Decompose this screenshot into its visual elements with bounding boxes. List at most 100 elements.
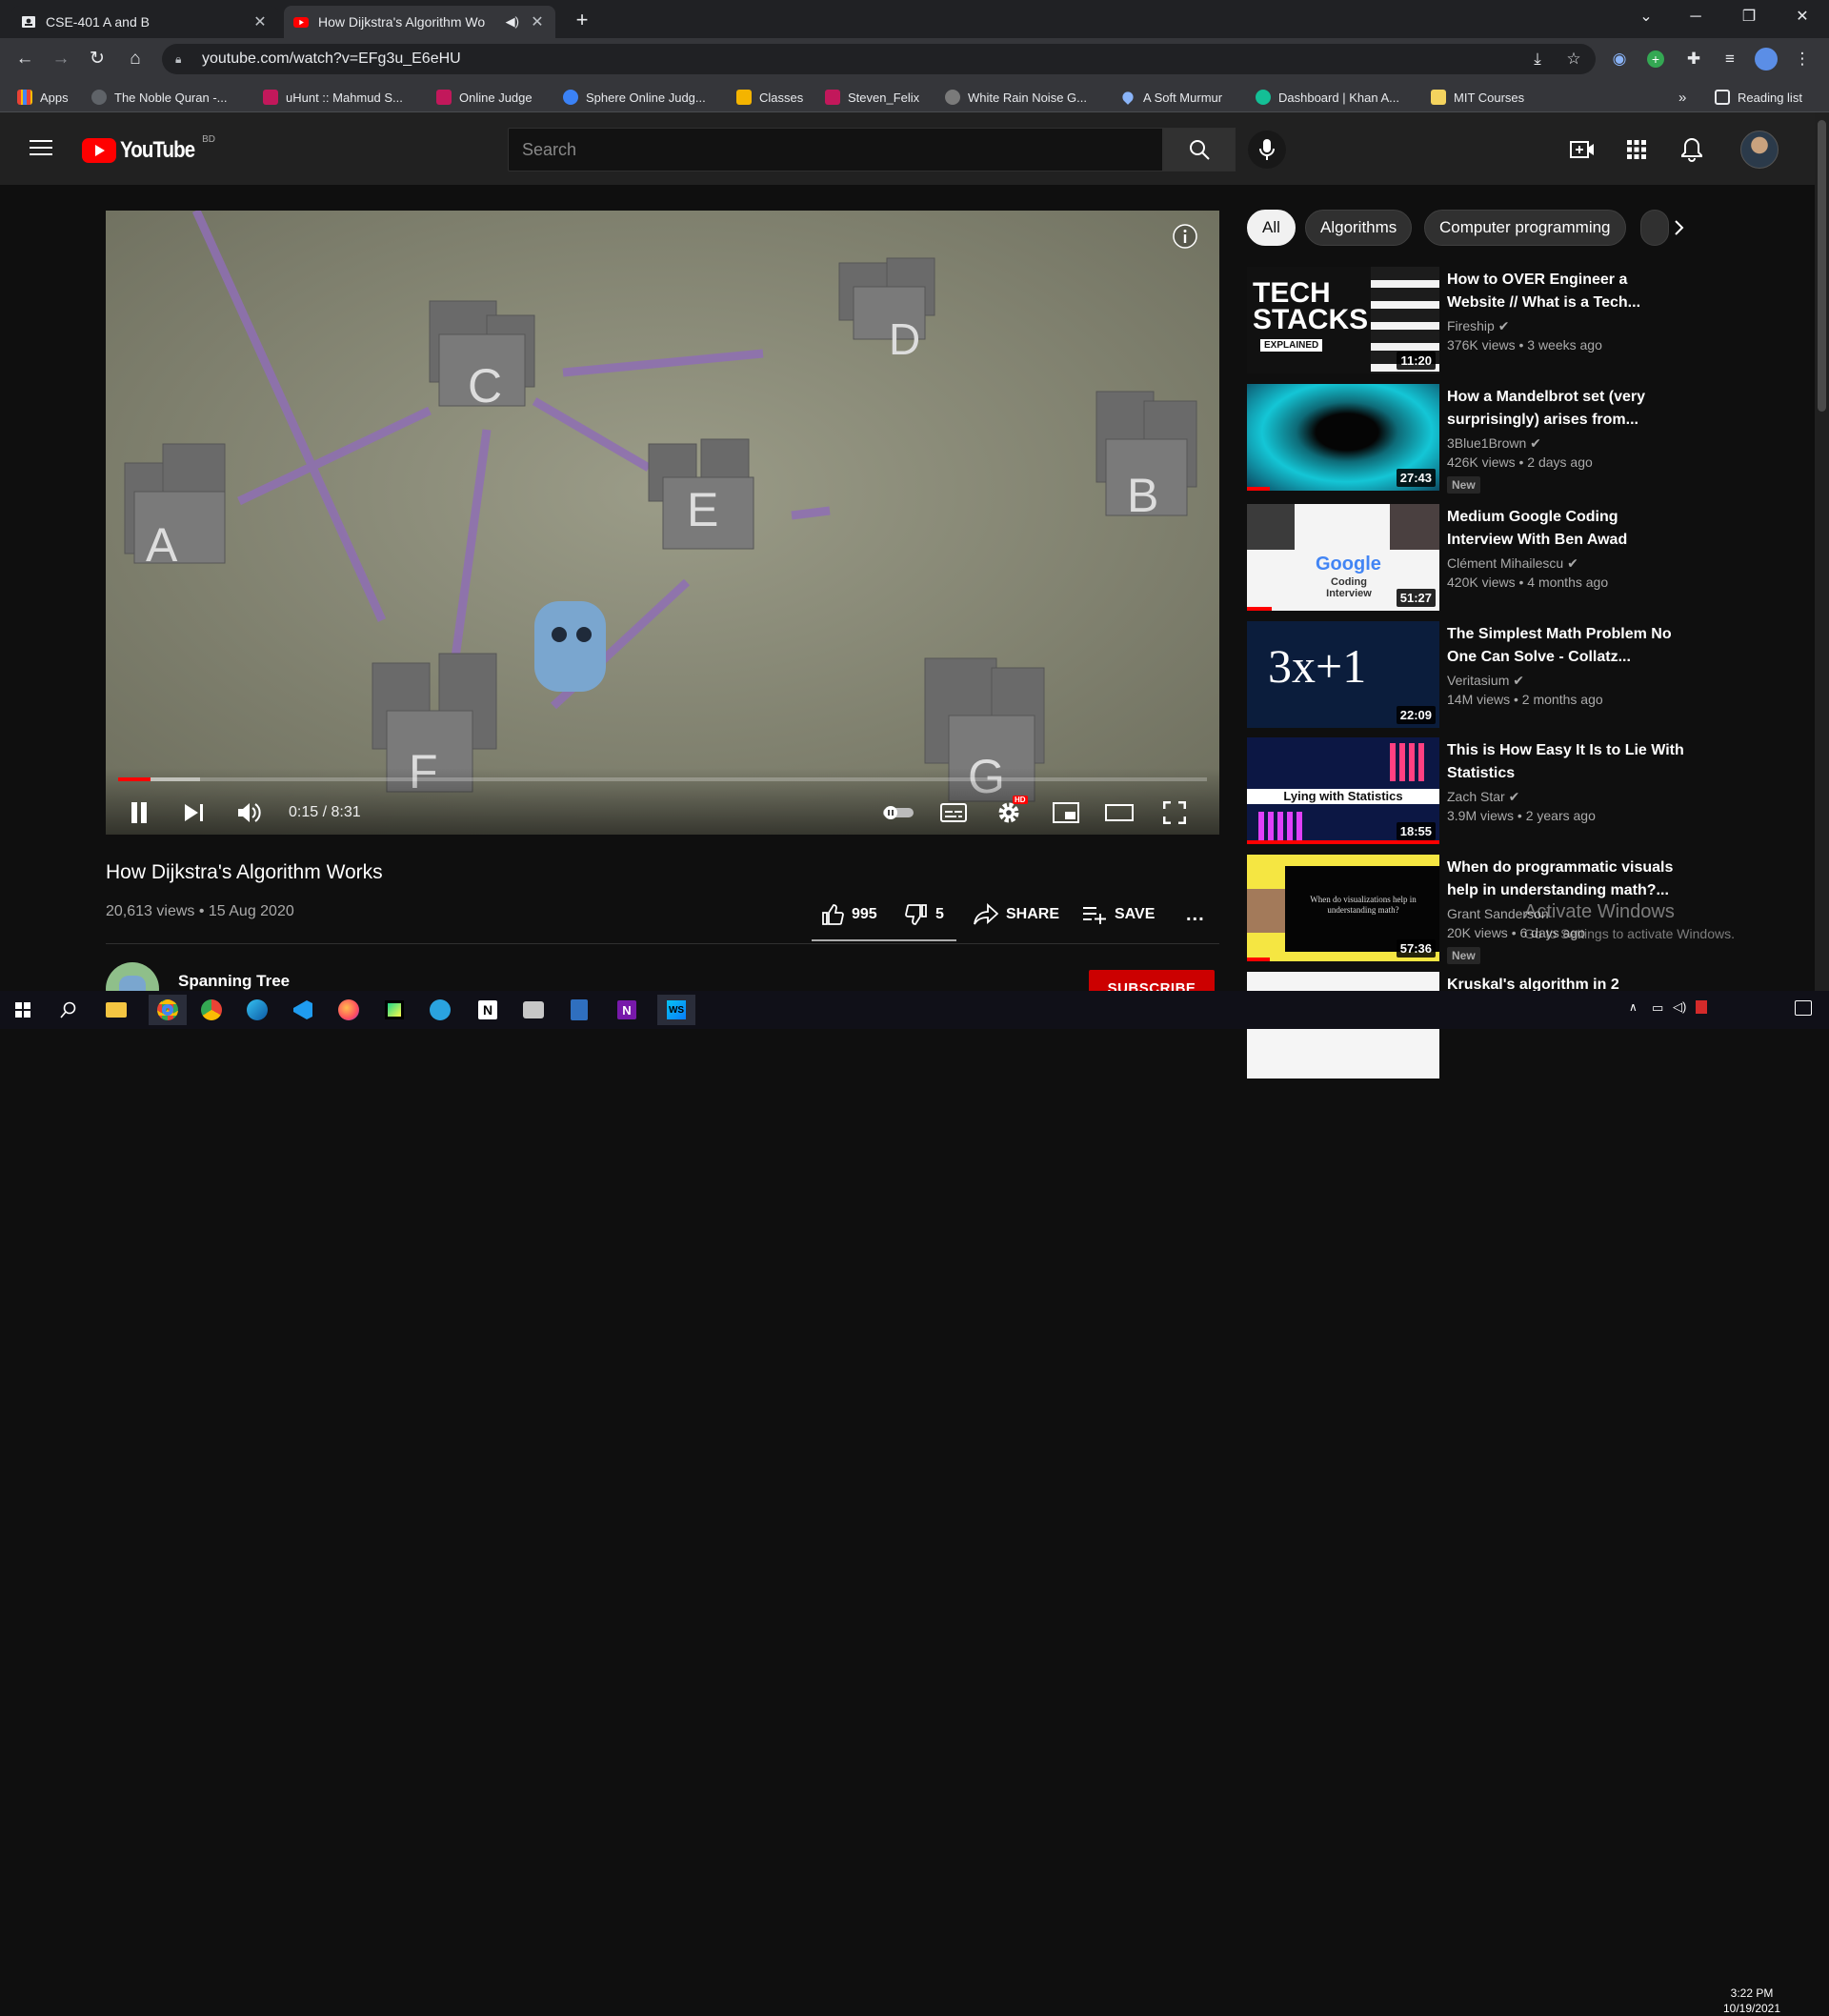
miniplayer-button[interactable] bbox=[1049, 794, 1083, 832]
search-button[interactable] bbox=[1163, 128, 1236, 171]
bookmark-uhunt[interactable]: uHunt :: Mahmud S... bbox=[263, 88, 403, 107]
install-icon[interactable]: ⤓ bbox=[1526, 48, 1549, 71]
bookmark-soft-murmur[interactable]: A Soft Murmur bbox=[1120, 88, 1222, 107]
fullscreen-button[interactable] bbox=[1157, 794, 1192, 832]
profile-icon[interactable] bbox=[1755, 48, 1778, 71]
notification-center-icon[interactable] bbox=[1795, 1000, 1812, 1016]
calculator-icon[interactable] bbox=[564, 995, 594, 1025]
voice-search-button[interactable] bbox=[1248, 131, 1286, 169]
bookmark-mit-courses[interactable]: MIT Courses bbox=[1431, 88, 1524, 107]
bookmark-noble-quran[interactable]: The Noble Quran -... bbox=[91, 88, 228, 107]
recommendation-item[interactable]: Lying with Statistics 18:55 This is How … bbox=[1247, 737, 1742, 844]
mute-button[interactable] bbox=[235, 794, 264, 832]
network-icon[interactable]: ▭ bbox=[1652, 1000, 1663, 1016]
extension-green-icon[interactable]: + bbox=[1644, 48, 1667, 71]
media-controls-icon[interactable]: ≡ bbox=[1718, 48, 1741, 71]
start-button[interactable] bbox=[8, 995, 38, 1025]
chip-computer-programming[interactable]: Computer programming bbox=[1424, 210, 1626, 246]
browser-menu-icon[interactable]: ⋮ bbox=[1791, 48, 1814, 71]
info-icon[interactable] bbox=[1173, 224, 1197, 249]
share-button[interactable]: SHARE bbox=[974, 901, 1059, 928]
progress-bar[interactable] bbox=[118, 777, 1207, 781]
bookmark-apps[interactable]: Apps bbox=[17, 88, 69, 107]
reading-list-button[interactable]: Reading list bbox=[1715, 88, 1802, 107]
recommendation-item[interactable]: Google Coding Interview 51:27 Medium Goo… bbox=[1247, 504, 1742, 611]
chrome-profile-icon[interactable] bbox=[196, 995, 227, 1025]
bookmark-spoj[interactable]: Sphere Online Judg... bbox=[563, 88, 706, 107]
recommendation-item[interactable]: TECH STACKS EXPLAINED 11:20 How to OVER … bbox=[1247, 267, 1742, 373]
minimize-button[interactable]: ─ bbox=[1669, 0, 1722, 34]
chrome-icon[interactable] bbox=[149, 995, 187, 1025]
bookmark-online-judge[interactable]: Online Judge bbox=[436, 88, 533, 107]
firefox-icon[interactable] bbox=[333, 995, 364, 1025]
scrollbar-thumb[interactable] bbox=[1818, 120, 1826, 412]
close-icon[interactable]: ✕ bbox=[529, 12, 546, 31]
video-player[interactable]: A B C D E F G 0:15 / 8:31 HD bbox=[106, 211, 1219, 835]
chip-algorithms[interactable]: Algorithms bbox=[1305, 210, 1413, 246]
address-bar[interactable]: 🔒︎ youtube.com/watch?v=EFg3u_E6eHU bbox=[162, 44, 1596, 74]
onenote-icon[interactable]: N bbox=[612, 995, 642, 1025]
video-thumbnail[interactable]: 27:43 bbox=[1247, 384, 1439, 491]
video-thumbnail[interactable]: 3x+1 22:09 bbox=[1247, 621, 1439, 728]
tab-search-button[interactable]: ⌄ bbox=[1619, 0, 1673, 34]
reload-button[interactable]: ↻ bbox=[86, 48, 109, 71]
theater-mode-button[interactable] bbox=[1102, 794, 1136, 832]
bookmarks-overflow-button[interactable]: » bbox=[1678, 88, 1686, 107]
apps-grid-icon[interactable] bbox=[1626, 139, 1647, 160]
avatar[interactable] bbox=[1740, 131, 1779, 169]
edge-icon[interactable] bbox=[242, 995, 272, 1025]
subtitles-button[interactable] bbox=[936, 794, 971, 832]
extensions-puzzle-icon[interactable]: ✚ bbox=[1682, 48, 1705, 71]
taskbar-search-button[interactable] bbox=[53, 995, 84, 1025]
vscode-icon[interactable] bbox=[288, 995, 318, 1025]
forward-button[interactable]: → bbox=[50, 48, 72, 71]
close-window-button[interactable]: ✕ bbox=[1776, 0, 1829, 34]
volume-tray-icon[interactable]: ◁) bbox=[1673, 999, 1686, 1015]
pycharm-icon[interactable] bbox=[379, 995, 410, 1025]
back-button[interactable]: ← bbox=[13, 48, 36, 71]
app-icon-gray[interactable] bbox=[518, 995, 549, 1025]
dislike-button[interactable]: 5 bbox=[905, 901, 944, 928]
chip-all[interactable]: All bbox=[1247, 210, 1296, 246]
tray-overflow-icon[interactable]: ∧ bbox=[1629, 1000, 1638, 1014]
browser-tab-youtube[interactable]: How Dijkstra's Algorithm Wo ◀) ✕ bbox=[284, 6, 555, 38]
close-icon[interactable]: ✕ bbox=[251, 12, 269, 31]
video-thumbnail[interactable]: Google Coding Interview 51:27 bbox=[1247, 504, 1439, 611]
chip-partial[interactable] bbox=[1640, 210, 1669, 246]
browser-tab-cse401[interactable]: CSE-401 A and B ✕ bbox=[11, 6, 278, 38]
bookmark-steven-felix[interactable]: Steven_Felix bbox=[825, 88, 919, 107]
telegram-icon[interactable] bbox=[425, 995, 455, 1025]
extension-eye-icon[interactable]: ◉ bbox=[1608, 48, 1631, 71]
video-thumbnail[interactable]: Lying with Statistics 18:55 bbox=[1247, 737, 1439, 844]
system-clock[interactable]: 3:22 PM 10/19/2021 bbox=[1715, 1986, 1789, 2016]
video-thumbnail[interactable]: When do visualizations help in understan… bbox=[1247, 855, 1439, 961]
notion-icon[interactable]: N bbox=[472, 995, 503, 1025]
create-video-icon[interactable] bbox=[1570, 138, 1595, 161]
file-explorer-icon[interactable] bbox=[101, 995, 131, 1025]
channel-name[interactable]: Spanning Tree bbox=[178, 972, 290, 991]
recommendation-item[interactable]: 3x+1 22:09 The Simplest Math Problem No … bbox=[1247, 621, 1742, 728]
pause-button[interactable] bbox=[125, 794, 153, 832]
webstorm-icon[interactable]: WS bbox=[657, 995, 695, 1025]
chevron-right-icon[interactable] bbox=[1672, 219, 1685, 236]
more-actions-button[interactable]: ... bbox=[1186, 901, 1205, 928]
youtube-logo[interactable]: YouTube BD bbox=[82, 134, 215, 164]
home-button[interactable]: ⌂ bbox=[124, 48, 147, 71]
notifications-bell-icon[interactable] bbox=[1681, 137, 1702, 162]
maximize-button[interactable]: ❐ bbox=[1722, 0, 1776, 34]
bookmark-classes[interactable]: Classes bbox=[736, 88, 803, 107]
bookmark-star-icon[interactable]: ☆ bbox=[1562, 48, 1585, 71]
settings-button[interactable]: HD bbox=[992, 794, 1028, 832]
next-video-button[interactable] bbox=[180, 794, 209, 832]
flag-icon[interactable] bbox=[1696, 1000, 1707, 1014]
save-button[interactable]: SAVE bbox=[1082, 901, 1155, 928]
autoplay-toggle[interactable] bbox=[879, 794, 917, 832]
bookmark-white-rain[interactable]: White Rain Noise G... bbox=[945, 88, 1087, 107]
like-button[interactable]: 995 bbox=[821, 901, 877, 928]
recommendation-item[interactable]: 27:43 How a Mandelbrot set (very surpris… bbox=[1247, 384, 1742, 494]
video-thumbnail[interactable]: TECH STACKS EXPLAINED 11:20 bbox=[1247, 267, 1439, 373]
hamburger-menu-icon[interactable] bbox=[30, 138, 52, 157]
new-tab-button[interactable]: + bbox=[570, 8, 594, 32]
speaker-icon[interactable]: ◀) bbox=[506, 14, 519, 30]
bookmark-khan-academy[interactable]: Dashboard | Khan A... bbox=[1256, 88, 1399, 107]
